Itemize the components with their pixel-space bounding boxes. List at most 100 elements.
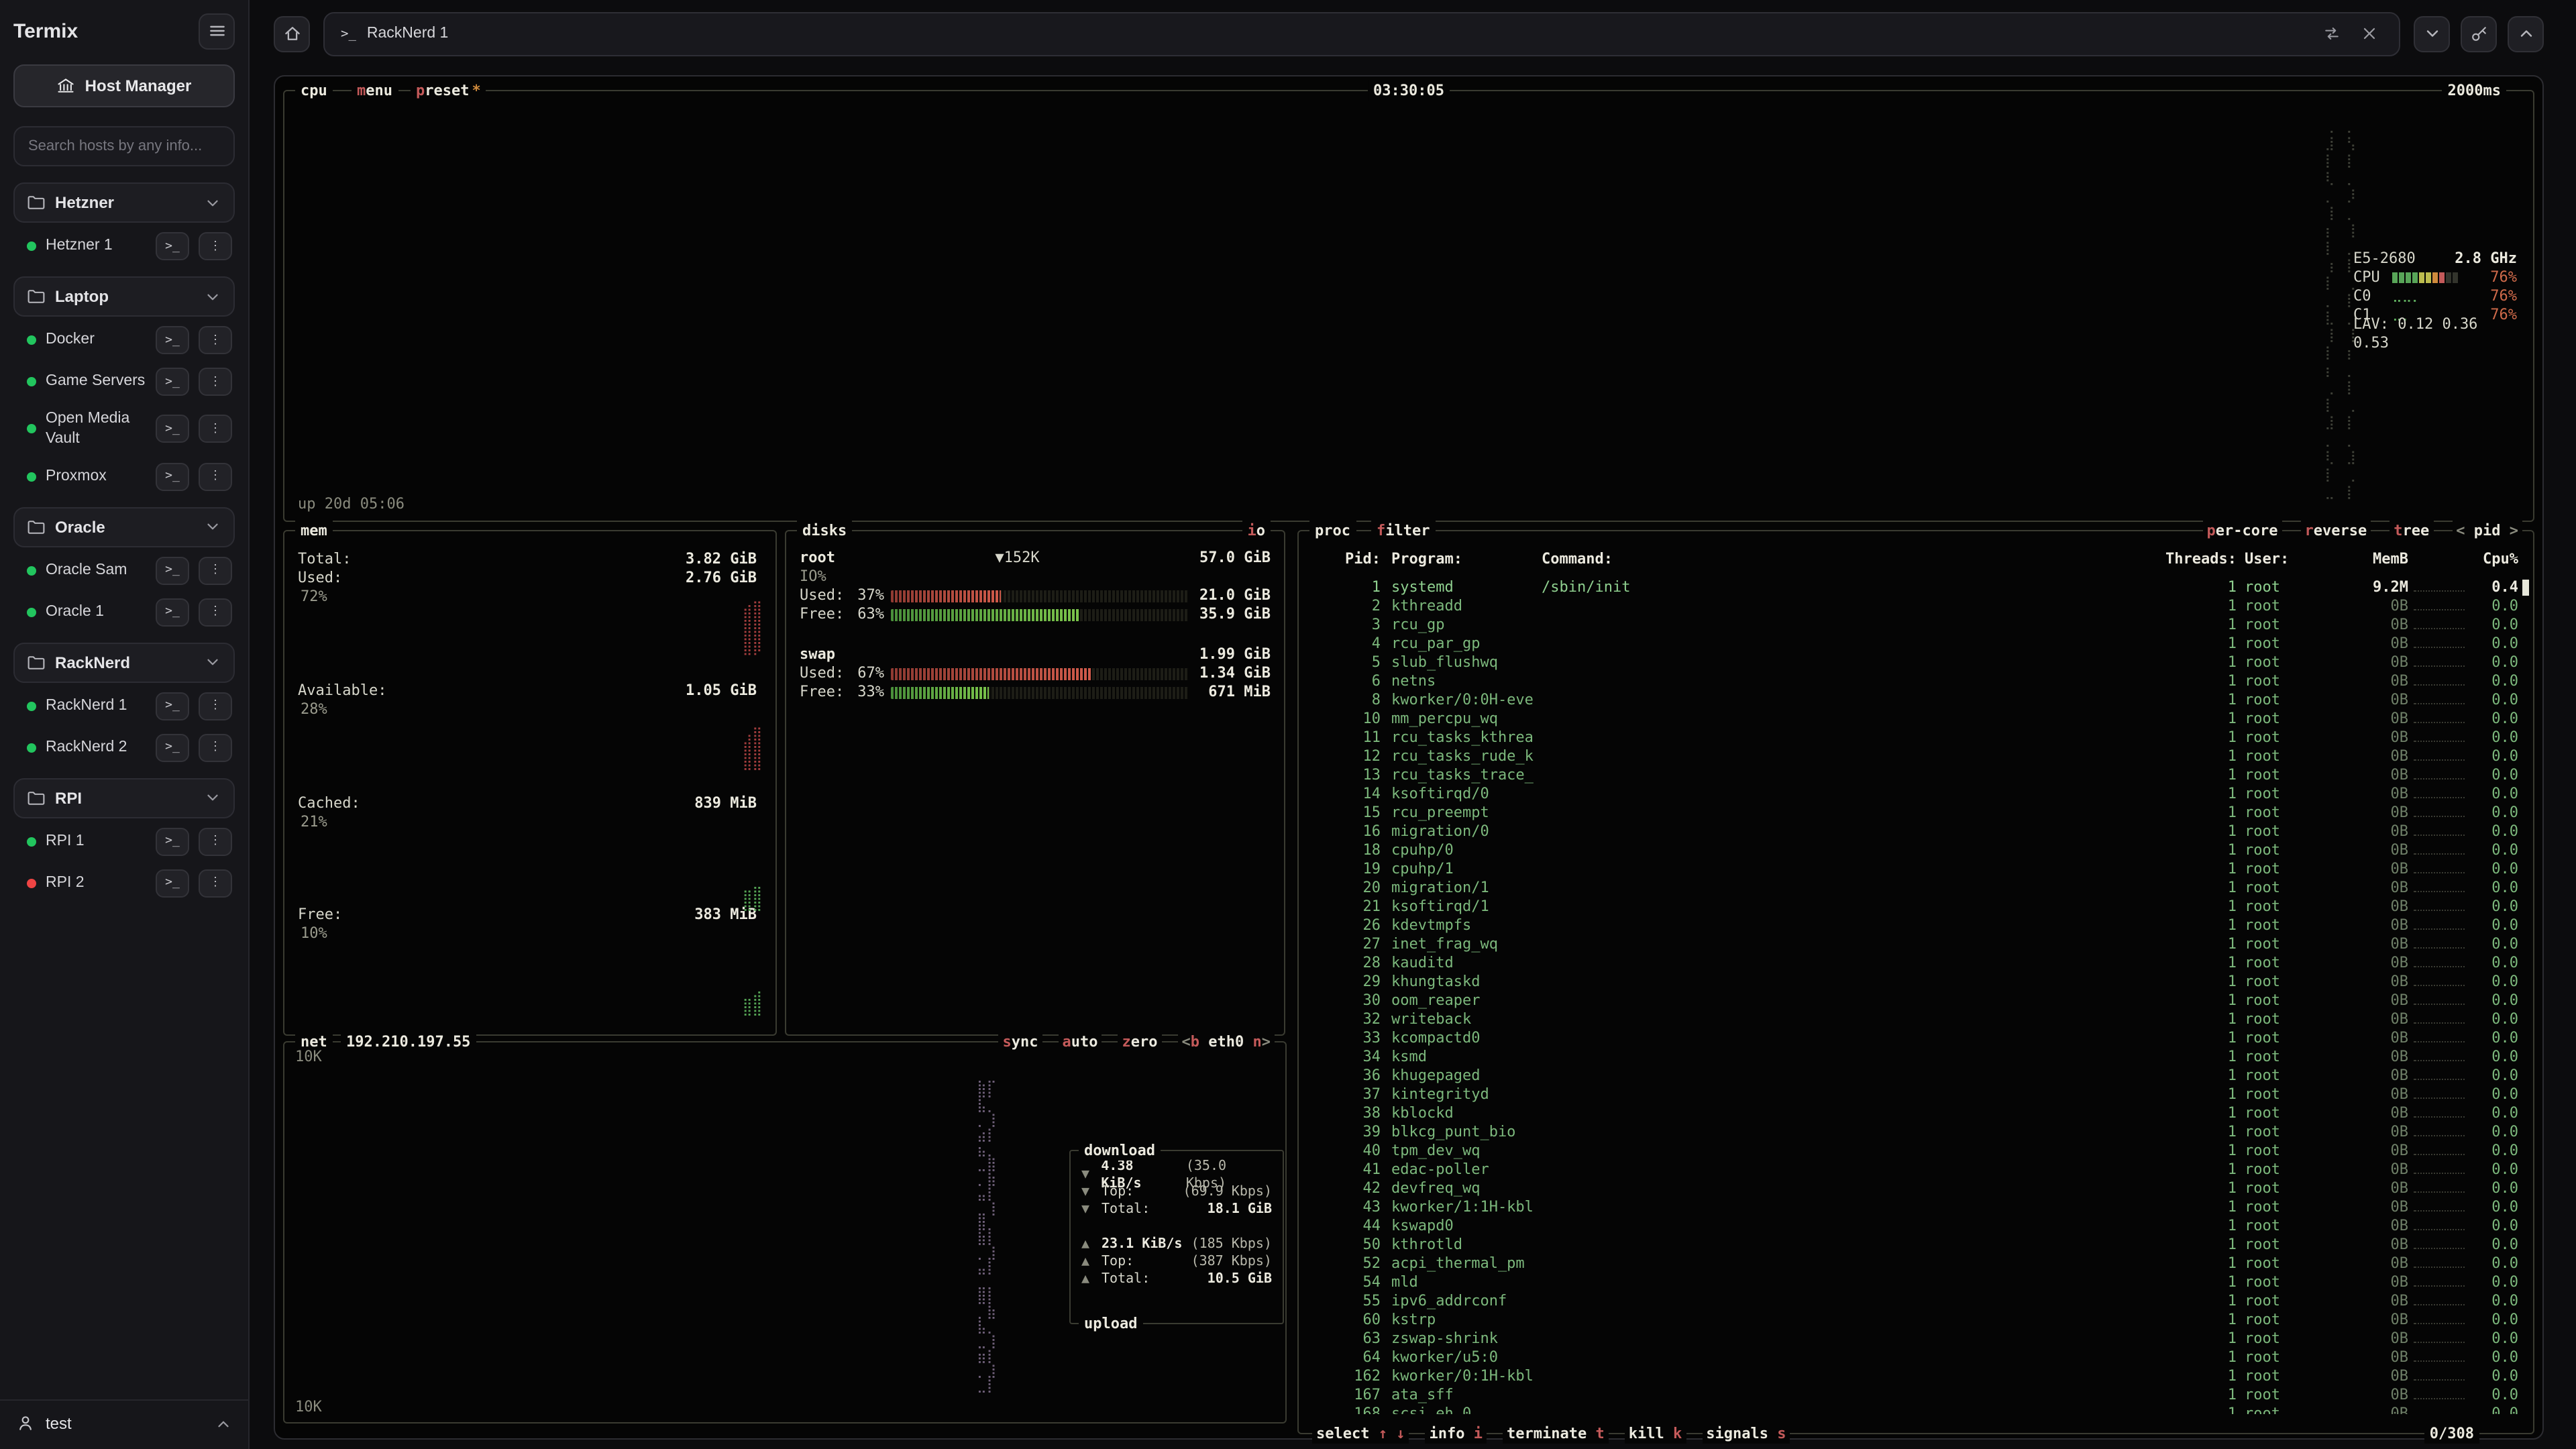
process-row[interactable]: 38 kblockd 1 root 0B 0.0 (1311, 1104, 2518, 1123)
process-row[interactable]: 37 kintegrityd 1 root 0B 0.0 (1311, 1085, 2518, 1104)
host-menu-button[interactable]: ⋮ (199, 326, 232, 354)
process-row[interactable]: 13 rcu_tasks_trace_ 1 root 0B 0.0 (1311, 766, 2518, 785)
host-menu-button[interactable]: ⋮ (199, 415, 232, 443)
process-row[interactable]: 15 rcu_preempt 1 root 0B 0.0 (1311, 804, 2518, 822)
terminal-view[interactable]: cpu menu preset* 03:30:05 2000ms ⢀ ⣸ ⡇ ⢇… (274, 75, 2544, 1440)
host-row[interactable]: RackNerd 2 >_ ⋮ (13, 727, 235, 769)
net-option[interactable]: zero (1118, 1032, 1162, 1052)
process-row[interactable]: 2 kthreadd 1 root 0B 0.0 (1311, 597, 2518, 616)
chevron-down-icon[interactable] (204, 288, 221, 305)
footer-key[interactable]: kill k (1625, 1424, 1686, 1444)
user-footer[interactable]: test (0, 1399, 248, 1436)
process-row[interactable]: 44 kswapd0 1 root 0B 0.0 (1311, 1217, 2518, 1236)
pid-nav[interactable]: < pid > (2452, 521, 2522, 541)
connect-terminal-button[interactable]: >_ (156, 326, 189, 354)
connect-terminal-button[interactable]: >_ (156, 692, 189, 720)
host-row[interactable]: RPI 2 >_ ⋮ (13, 863, 235, 904)
host-row[interactable]: RackNerd 1 >_ ⋮ (13, 686, 235, 727)
host-row[interactable]: RPI 1 >_ ⋮ (13, 821, 235, 863)
split-view-icon[interactable] (2318, 20, 2345, 47)
process-row[interactable]: 64 kworker/u5:0 1 root 0B 0.0 (1311, 1348, 2518, 1367)
connect-terminal-button[interactable]: >_ (156, 557, 189, 585)
process-row[interactable]: 21 ksoftirqd/1 1 root 0B 0.0 (1311, 898, 2518, 916)
process-row[interactable]: 26 kdevtmpfs 1 root 0B 0.0 (1311, 916, 2518, 935)
process-row[interactable]: 30 oom_reaper 1 root 0B 0.0 (1311, 991, 2518, 1010)
scrollbar-thumb[interactable] (2522, 580, 2529, 596)
process-row[interactable]: 42 devfreq_wq 1 root 0B 0.0 (1311, 1179, 2518, 1198)
chevron-down-icon[interactable] (204, 194, 221, 211)
process-row[interactable]: 36 khugepaged 1 root 0B 0.0 (1311, 1067, 2518, 1085)
process-row[interactable]: 18 cpuhp/0 1 root 0B 0.0 (1311, 841, 2518, 860)
host-menu-button[interactable]: ⋮ (199, 828, 232, 856)
process-row[interactable]: 10 mm_percpu_wq 1 root 0B 0.0 (1311, 710, 2518, 729)
process-row[interactable]: 162 kworker/0:1H-kbl 1 root 0B 0.0 (1311, 1367, 2518, 1386)
process-row[interactable]: 27 inet_frag_wq 1 root 0B 0.0 (1311, 935, 2518, 954)
process-row[interactable]: 50 kthrotld 1 root 0B 0.0 (1311, 1236, 2518, 1254)
sidebar-toggle-button[interactable] (199, 13, 235, 49)
home-button[interactable] (274, 15, 310, 52)
filter-option[interactable]: filter (1371, 521, 1436, 541)
footer-key[interactable]: terminate t (1503, 1424, 1609, 1444)
menu-option[interactable]: menu (352, 80, 398, 101)
host-row[interactable]: Hetzner 1 >_ ⋮ (13, 225, 235, 267)
footer-key[interactable]: info i (1426, 1424, 1487, 1444)
process-row[interactable]: 52 acpi_thermal_pm 1 root 0B 0.0 (1311, 1254, 2518, 1273)
host-row[interactable]: Oracle Sam >_ ⋮ (13, 550, 235, 592)
proc-option[interactable]: reverse (2301, 521, 2371, 541)
process-row[interactable]: 6 netns 1 root 0B 0.0 (1311, 672, 2518, 691)
host-menu-button[interactable]: ⋮ (199, 869, 232, 898)
connect-terminal-button[interactable]: >_ (156, 368, 189, 396)
chevron-down-icon[interactable] (204, 654, 221, 672)
chevron-down-icon[interactable] (204, 519, 221, 536)
process-row[interactable]: 3 rcu_gp 1 root 0B 0.0 (1311, 616, 2518, 635)
footer-key[interactable]: select ↑ ↓ (1312, 1424, 1409, 1444)
host-menu-button[interactable]: ⋮ (199, 463, 232, 491)
host-menu-button[interactable]: ⋮ (199, 692, 232, 720)
update-interval[interactable]: 2000ms (2443, 80, 2507, 101)
host-row[interactable]: Proxmox >_ ⋮ (13, 456, 235, 498)
host-row[interactable]: Game Servers >_ ⋮ (13, 361, 235, 402)
host-menu-button[interactable]: ⋮ (199, 598, 232, 627)
process-row[interactable]: 14 ksoftirqd/0 1 root 0B 0.0 (1311, 785, 2518, 804)
process-row[interactable]: 8 kworker/0:0H-eve 1 root 0B 0.0 (1311, 691, 2518, 710)
connect-terminal-button[interactable]: >_ (156, 598, 189, 627)
process-row[interactable]: 12 rcu_tasks_rude_k 1 root 0B 0.0 (1311, 747, 2518, 766)
connect-terminal-button[interactable]: >_ (156, 232, 189, 260)
proc-option[interactable]: per-core (2203, 521, 2282, 541)
connect-terminal-button[interactable]: >_ (156, 869, 189, 898)
collapse-panel-button[interactable] (2414, 15, 2450, 52)
preset-option[interactable]: preset* (411, 80, 486, 101)
footer-key[interactable]: signals s (1702, 1424, 1790, 1444)
expand-panel-button[interactable] (2508, 15, 2544, 52)
host-search-input[interactable] (13, 126, 235, 166)
process-row[interactable]: 16 migration/0 1 root 0B 0.0 (1311, 822, 2518, 841)
process-row[interactable]: 11 rcu_tasks_kthrea 1 root 0B 0.0 (1311, 729, 2518, 747)
process-row[interactable]: 54 mld 1 root 0B 0.0 (1311, 1273, 2518, 1292)
net-option[interactable]: auto (1059, 1032, 1102, 1052)
host-row[interactable]: Docker >_ ⋮ (13, 319, 235, 361)
process-row[interactable]: 34 ksmd 1 root 0B 0.0 (1311, 1048, 2518, 1067)
host-menu-button[interactable]: ⋮ (199, 734, 232, 762)
process-row[interactable]: 32 writeback 1 root 0B 0.0 (1311, 1010, 2518, 1029)
net-interface[interactable]: <b eth0 n> (1178, 1032, 1275, 1052)
ssh-keys-button[interactable] (2461, 15, 2497, 52)
group-header[interactable]: RackNerd (13, 643, 235, 683)
host-menu-button[interactable]: ⋮ (199, 557, 232, 585)
group-header[interactable]: Oracle (13, 507, 235, 547)
process-row[interactable]: 39 blkcg_punt_bio 1 root 0B 0.0 (1311, 1123, 2518, 1142)
close-tab-icon[interactable] (2356, 20, 2383, 47)
tab-racknerd-1[interactable]: >_ RackNerd 1 (323, 11, 2400, 56)
connect-terminal-button[interactable]: >_ (156, 415, 189, 443)
chevron-down-icon[interactable] (204, 790, 221, 807)
process-row[interactable]: 19 cpuhp/1 1 root 0B 0.0 (1311, 860, 2518, 879)
process-row[interactable]: 28 kauditd 1 root 0B 0.0 (1311, 954, 2518, 973)
host-manager-button[interactable]: Host Manager (13, 64, 235, 107)
process-row[interactable]: 60 kstrp 1 root 0B 0.0 (1311, 1311, 2518, 1330)
process-row[interactable]: 168 scsi_eh_0 1 root 0B 0.0 (1311, 1405, 2518, 1414)
process-row[interactable]: 63 zswap-shrink 1 root 0B 0.0 (1311, 1330, 2518, 1348)
group-header[interactable]: Laptop (13, 276, 235, 317)
connect-terminal-button[interactable]: >_ (156, 734, 189, 762)
connect-terminal-button[interactable]: >_ (156, 463, 189, 491)
connect-terminal-button[interactable]: >_ (156, 828, 189, 856)
process-row[interactable]: 55 ipv6_addrconf 1 root 0B 0.0 (1311, 1292, 2518, 1311)
